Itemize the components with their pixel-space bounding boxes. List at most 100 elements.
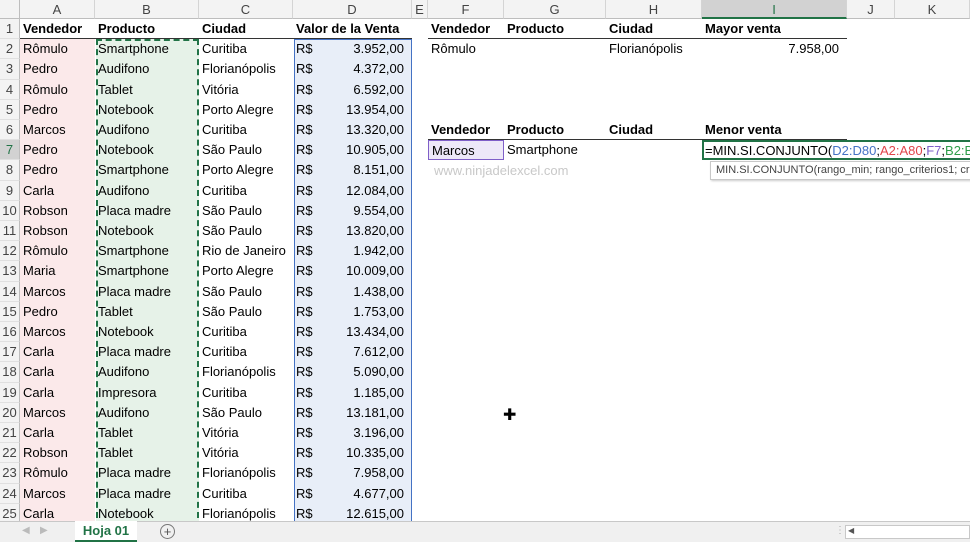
table-cell[interactable]: Porto Alegre <box>199 261 293 281</box>
value-cell[interactable]: 7.958,00 <box>293 463 412 483</box>
function-tooltip[interactable]: MIN.SI.CONJUNTO(rango_min; rango_criteri… <box>710 161 970 181</box>
row-header-5[interactable]: 5 <box>0 99 20 120</box>
header-cell[interactable]: Vendedor <box>20 19 95 39</box>
value-cell[interactable]: 3.952,00 <box>293 39 412 59</box>
header-cell[interactable]: Valor de la Venta <box>293 19 412 39</box>
value-cell[interactable]: 3.196,00 <box>293 423 412 443</box>
table-cell[interactable]: Florianópolis <box>199 463 293 483</box>
table-cell[interactable]: Smartphone <box>95 261 199 281</box>
row-header-11[interactable]: 11 <box>0 221 20 242</box>
value-cell[interactable]: 13.181,00 <box>293 403 412 423</box>
row-header-9[interactable]: 9 <box>0 180 20 201</box>
table-cell[interactable]: Audifono <box>95 120 199 140</box>
row-header-7[interactable]: 7 <box>0 140 20 161</box>
table-cell[interactable]: Vitória <box>199 80 293 100</box>
table-cell[interactable]: Carla <box>20 362 95 382</box>
value-cell[interactable]: 10.009,00 <box>293 261 412 281</box>
value-cell[interactable]: 12.084,00 <box>293 181 412 201</box>
value-cell[interactable]: 8.151,00 <box>293 160 412 180</box>
row-header-20[interactable]: 20 <box>0 402 20 423</box>
table-cell[interactable]: Robson <box>20 221 95 241</box>
header-cell[interactable]: Producto <box>504 19 606 39</box>
table-cell[interactable]: Tablet <box>95 302 199 322</box>
table-cell[interactable]: Smartphone <box>95 241 199 261</box>
add-sheet-button[interactable]: + <box>160 524 175 539</box>
table-cell[interactable]: Rômulo <box>20 80 95 100</box>
sheet-tab-hoja-01[interactable]: Hoja 01 <box>75 521 137 542</box>
table-cell[interactable]: Placa madre <box>95 463 199 483</box>
column-header-b[interactable]: B <box>95 0 199 19</box>
value-cell[interactable]: 1.438,00 <box>293 282 412 302</box>
row-header-18[interactable]: 18 <box>0 362 20 383</box>
table-cell[interactable]: Curitiba <box>199 342 293 362</box>
table-cell[interactable]: 7.958,00 <box>702 39 847 59</box>
column-header-k[interactable]: K <box>895 0 970 19</box>
column-header-d[interactable]: D <box>293 0 412 19</box>
table-cell[interactable]: Tablet <box>95 80 199 100</box>
table-cell[interactable]: Pedro <box>20 140 95 160</box>
row-header-25[interactable]: 25 <box>0 503 20 521</box>
table-cell[interactable]: São Paulo <box>199 302 293 322</box>
table-cell[interactable]: Impresora <box>95 383 199 403</box>
row-header-1[interactable]: 1 <box>0 19 20 40</box>
value-cell[interactable]: 13.954,00 <box>293 100 412 120</box>
table-cell[interactable]: Marcos <box>20 403 95 423</box>
column-header-j[interactable]: J <box>847 0 895 19</box>
table-cell[interactable]: Rômulo <box>428 39 504 59</box>
table-cell[interactable]: Smartphone <box>95 39 199 59</box>
column-header-e[interactable]: E <box>412 0 428 19</box>
header-cell[interactable]: Ciudad <box>606 19 702 39</box>
table-cell[interactable]: Florianópolis <box>199 362 293 382</box>
formula-edit-cell[interactable]: =MIN.SI.CONJUNTO(D2:D80;A2:A80;F7;B2:B80 <box>702 140 970 161</box>
tabbar-splitter[interactable]: ⋮ <box>835 525 845 536</box>
table-cell[interactable] <box>504 39 606 59</box>
table-cell[interactable]: Notebook <box>95 140 199 160</box>
value-cell[interactable]: 7.612,00 <box>293 342 412 362</box>
row-header-3[interactable]: 3 <box>0 59 20 80</box>
table-cell[interactable]: Rômulo <box>20 39 95 59</box>
row-header-13[interactable]: 13 <box>0 261 20 282</box>
row-header-17[interactable]: 17 <box>0 342 20 363</box>
table-cell[interactable]: Pedro <box>20 100 95 120</box>
column-header-a[interactable]: A <box>20 0 95 19</box>
table-cell[interactable]: Marcos <box>20 322 95 342</box>
select-all-corner[interactable] <box>0 0 20 19</box>
table-cell[interactable]: São Paulo <box>199 403 293 423</box>
table-cell[interactable]: Notebook <box>95 322 199 342</box>
header-cell[interactable]: Menor venta <box>702 120 847 140</box>
table-cell[interactable]: Curitiba <box>199 383 293 403</box>
table-cell[interactable]: Pedro <box>20 302 95 322</box>
table-cell[interactable]: Curitiba <box>199 120 293 140</box>
column-header-c[interactable]: C <box>199 0 293 19</box>
table-cell[interactable]: São Paulo <box>199 140 293 160</box>
table-cell[interactable]: Marcos <box>20 120 95 140</box>
table-cell[interactable]: São Paulo <box>199 201 293 221</box>
table-cell[interactable]: Robson <box>20 201 95 221</box>
value-cell[interactable]: 10.905,00 <box>293 140 412 160</box>
table-cell[interactable]: Audifono <box>95 181 199 201</box>
table-cell[interactable]: Carla <box>20 383 95 403</box>
table-cell[interactable]: Placa madre <box>95 484 199 504</box>
row-header-12[interactable]: 12 <box>0 241 20 262</box>
table-cell[interactable]: Florianópolis <box>199 59 293 79</box>
table-cell[interactable]: Robson <box>20 443 95 463</box>
table-cell[interactable]: Placa madre <box>95 282 199 302</box>
table-cell[interactable]: Marcos <box>20 282 95 302</box>
table-cell[interactable]: Maria <box>20 261 95 281</box>
table-cell[interactable]: Tablet <box>95 443 199 463</box>
row-header-10[interactable]: 10 <box>0 200 20 221</box>
table-cell[interactable]: Rômulo <box>20 241 95 261</box>
row-header-4[interactable]: 4 <box>0 79 20 100</box>
value-cell[interactable]: 10.335,00 <box>293 443 412 463</box>
table-cell[interactable]: Curitiba <box>199 181 293 201</box>
table-cell[interactable]: Marcos <box>20 484 95 504</box>
row-header-14[interactable]: 14 <box>0 281 20 302</box>
table-cell[interactable]: Rio de Janeiro <box>199 241 293 261</box>
table-cell[interactable]: Placa madre <box>95 342 199 362</box>
table-cell[interactable]: Carla <box>20 504 95 521</box>
table-cell[interactable]: Curitiba <box>199 484 293 504</box>
row-header-8[interactable]: 8 <box>0 160 20 181</box>
table-cell[interactable]: Porto Alegre <box>199 160 293 180</box>
header-cell[interactable]: Producto <box>504 120 606 140</box>
horizontal-scrollbar[interactable]: ◀ <box>845 525 970 539</box>
